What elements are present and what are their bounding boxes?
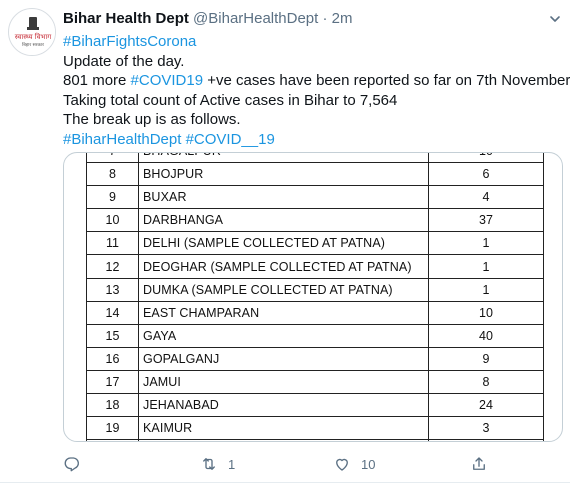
separator-dot: · [322, 10, 328, 27]
district-table-image: 7BHAGALPUR108BHOJPUR69BUXAR410DARBHANGA3… [64, 153, 562, 441]
tweet-image[interactable]: 7BHAGALPUR108BHOJPUR69BUXAR410DARBHANGA3… [63, 152, 563, 442]
avatar-text-2: बिहार सरकार [22, 41, 44, 48]
serial-number-cell: 12 [86, 254, 139, 279]
bottom-hashtags: #BiharHealthDept #COVID__19 [63, 130, 568, 150]
retweet-button[interactable]: 1 [200, 452, 235, 476]
table-row: 19 KAIMUR 3 [86, 416, 544, 441]
tweet-text: #BiharFightsCorona Update of the day. 80… [63, 32, 570, 150]
table-row: 8 BHOJPUR 6 [86, 162, 544, 187]
retweet-count: 1 [228, 456, 236, 472]
table-row: 14 EAST CHAMPARAN 10 [86, 300, 544, 325]
district-cell: EAST CHAMPARAN [138, 300, 429, 325]
case-count-cell: 10 [428, 300, 544, 325]
district-cell: DELHI (SAMPLE COLLECTED AT PATNA) [138, 231, 429, 256]
serial-number-cell: 14 [86, 300, 139, 325]
district-cell: GOPALGANJ [138, 346, 429, 371]
district-table: 7BHAGALPUR108BHOJPUR69BUXAR410DARBHANGA3… [86, 153, 544, 441]
case-count-cell: 1 [428, 254, 544, 279]
hashtag-bihar-fights-corona[interactable]: #BiharFightsCorona [63, 32, 568, 52]
case-count-cell: 8 [428, 369, 544, 395]
author-name[interactable]: Bihar Health Dept [63, 10, 189, 27]
case-count-cell: 6 [428, 162, 544, 187]
district-cell: GAYA [138, 323, 429, 348]
table-row: 9 BUXAR 4 [86, 185, 544, 210]
tweet-actions: 1 10 [63, 452, 503, 476]
avatar-text-1: स्वास्थ्य विभाग [15, 32, 52, 41]
serial-number-cell: 19 [86, 416, 139, 441]
district-cell: DEOGHAR (SAMPLE COLLECTED AT PATNA) [138, 254, 429, 279]
case-count-cell: 1 [428, 231, 544, 256]
retweet-icon [203, 458, 215, 470]
case-count-cell: 1 [428, 439, 544, 441]
case-count-cell: 24 [428, 393, 544, 418]
serial-number-cell: 15 [86, 323, 139, 348]
serial-number-cell: 17 [86, 369, 139, 395]
health-dept-logo-icon: स्वास्थ्य विभाग बिहार सरकार [10, 10, 55, 55]
district-cell: JAMUI [138, 369, 429, 395]
serial-number-cell: 8 [86, 162, 139, 187]
chevron-down-icon [550, 16, 560, 22]
hashtag-covid19[interactable]: #COVID19 [131, 72, 204, 89]
case-count-cell: 10 [428, 153, 544, 164]
avatar[interactable]: स्वास्थ्य विभाग बिहार सरकार [8, 8, 56, 56]
case-count-cell: 37 [428, 208, 544, 233]
breakup-line: The break up is as follows. [63, 111, 241, 128]
table-row: 13 DUMKA (SAMPLE COLLECTED AT PATNA) 1 [86, 277, 544, 302]
district-cell: DARBHANGA [138, 208, 429, 233]
case-count-cell: 40 [428, 323, 544, 348]
case-count-cell: 4 [428, 185, 544, 210]
case-count-cell: 9 [428, 346, 544, 371]
serial-number-cell: 9 [86, 185, 139, 210]
case-count-cell: 3 [428, 416, 544, 441]
serial-number-cell: 18 [86, 393, 139, 418]
cases-line: 801 more #COVID19 +ve cases have been re… [63, 71, 570, 91]
serial-number-cell: 13 [86, 277, 139, 302]
case-count-cell: 1 [428, 277, 544, 302]
share-icon [473, 457, 485, 470]
hashtag-covid-19[interactable]: #COVID__19 [186, 131, 275, 148]
tweet[interactable]: स्वास्थ्य विभाग बिहार सरकार Bihar Health… [0, 0, 570, 483]
district-cell: JEHANABAD [138, 393, 429, 418]
tweet-timestamp[interactable]: 2m [332, 10, 353, 27]
author-handle[interactable]: @BiharHealthDept [193, 10, 318, 27]
reply-icon [64, 457, 79, 472]
table-row: 18 JEHANABAD 24 [86, 393, 544, 418]
table-row: 17 JAMUI 8 [86, 369, 544, 395]
district-cell: BHOJPUR [138, 162, 429, 187]
serial-number-cell: 16 [86, 346, 139, 371]
serial-number-cell: 11 [86, 231, 139, 256]
total-line: Taking total count of Active cases in Bi… [63, 91, 398, 109]
share-button[interactable] [470, 452, 498, 476]
serial-number-cell: 10 [86, 208, 139, 233]
cases-suffix: +ve cases have been reported so far on 7… [203, 72, 570, 89]
hashtag-bihar-health-dept[interactable]: #BiharHealthDept [63, 131, 181, 148]
district-cell: BHAGALPUR [138, 153, 429, 164]
district-cell: KAIMUR [138, 416, 429, 441]
table-row: 10 DARBHANGA 37 [86, 208, 544, 233]
district-cell: DUMKA (SAMPLE COLLECTED AT PATNA) [138, 277, 429, 302]
more-options-button[interactable] [549, 12, 561, 24]
table-row: 15 GAYA 40 [86, 323, 544, 348]
reply-button[interactable] [63, 452, 91, 476]
like-button[interactable]: 10 [333, 452, 375, 476]
district-cell: BUXAR [138, 185, 429, 210]
tweet-header: Bihar Health Dept @BiharHealthDept · 2m [63, 9, 353, 29]
cases-prefix: 801 more [63, 72, 131, 89]
serial-number-cell: 7 [86, 153, 139, 164]
district-cell: KATIHAR [138, 439, 429, 441]
table-row: 7BHAGALPUR10 [86, 153, 544, 164]
serial-number-cell: 20 [86, 439, 139, 441]
update-line: Update of the day. [63, 52, 185, 70]
table-row: 16 GOPALGANJ 9 [86, 346, 544, 371]
table-row: 12 DEOGHAR (SAMPLE COLLECTED AT PATNA) 1 [86, 254, 544, 279]
table-row: 20KATIHAR1 [86, 439, 544, 441]
like-count: 10 [361, 456, 376, 472]
table-row: 11 DELHI (SAMPLE COLLECTED AT PATNA) 1 [86, 231, 544, 256]
heart-icon [336, 458, 348, 471]
